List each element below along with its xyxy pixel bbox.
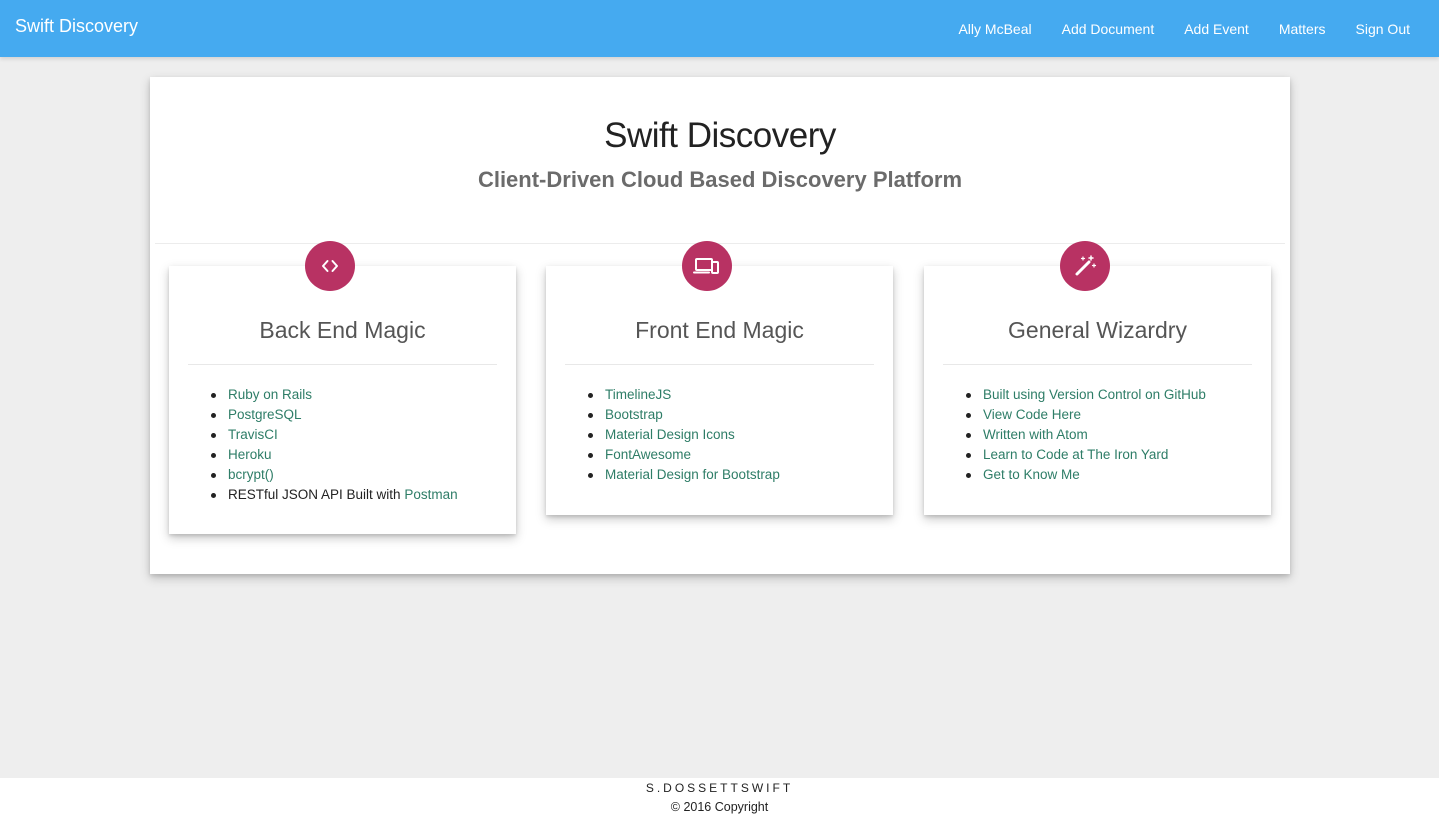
link-material-design-bootstrap[interactable]: Material Design for Bootstrap: [605, 467, 780, 482]
link-travisci[interactable]: TravisCI: [228, 427, 278, 442]
link-get-to-know-me[interactable]: Get to Know Me: [983, 467, 1080, 482]
feature-card-front-end: Front End Magic TimelineJS Bootstrap Mat…: [546, 241, 893, 515]
nav-link-matters[interactable]: Matters: [1279, 21, 1326, 37]
link-iron-yard[interactable]: Learn to Code at The Iron Yard: [983, 447, 1168, 462]
code-icon: [305, 241, 355, 291]
feature-list: Ruby on Rails PostgreSQL TravisCI Heroku…: [211, 385, 458, 505]
top-navbar: Swift Discovery Ally McBeal Add Document…: [0, 0, 1439, 57]
list-item: Material Design Icons: [588, 425, 780, 445]
feature-title: Front End Magic: [635, 317, 804, 343]
feature-card-general: General Wizardry Built using Version Con…: [924, 241, 1271, 515]
devices-icon: [682, 241, 732, 291]
nav-link-add-document[interactable]: Add Document: [1062, 21, 1155, 37]
list-item: Ruby on Rails: [211, 385, 458, 405]
link-material-design-icons[interactable]: Material Design Icons: [605, 427, 735, 442]
link-ruby-on-rails[interactable]: Ruby on Rails: [228, 387, 312, 402]
link-view-code[interactable]: View Code Here: [983, 407, 1081, 422]
footer-copyright: © 2016 Copyright: [670, 800, 769, 814]
list-item: Written with Atom: [966, 425, 1206, 445]
link-timelinejs[interactable]: TimelineJS: [605, 387, 671, 402]
nav-link-add-event[interactable]: Add Event: [1184, 21, 1249, 37]
list-item: PostgreSQL: [211, 405, 458, 425]
list-item: bcrypt(): [211, 465, 458, 485]
page-subtitle: Client-Driven Cloud Based Discovery Plat…: [477, 167, 963, 192]
link-bootstrap[interactable]: Bootstrap: [605, 407, 663, 422]
link-postgresql[interactable]: PostgreSQL: [228, 407, 302, 422]
list-item: TimelineJS: [588, 385, 780, 405]
list-item: Built using Version Control on GitHub: [966, 385, 1206, 405]
list-item: RESTful JSON API Built with Postman: [211, 485, 458, 505]
list-item-text: RESTful JSON API Built with: [228, 487, 405, 502]
feature-list: TimelineJS Bootstrap Material Design Ico…: [588, 385, 780, 485]
link-fontawesome[interactable]: FontAwesome: [605, 447, 691, 462]
list-item: FontAwesome: [588, 445, 780, 465]
list-item: Learn to Code at The Iron Yard: [966, 445, 1206, 465]
link-bcrypt[interactable]: bcrypt(): [228, 467, 274, 482]
page-title: Swift Discovery: [604, 116, 836, 155]
main-card: Swift Discovery Client-Driven Cloud Base…: [150, 77, 1290, 574]
brand-link[interactable]: Swift Discovery: [15, 15, 138, 37]
list-item: Material Design for Bootstrap: [588, 465, 780, 485]
divider: [188, 364, 497, 365]
feature-title: Back End Magic: [259, 317, 426, 343]
feature-title: General Wizardry: [1008, 317, 1187, 343]
link-github[interactable]: Built using Version Control on GitHub: [983, 387, 1206, 402]
link-atom[interactable]: Written with Atom: [983, 427, 1088, 442]
nav-link-user[interactable]: Ally McBeal: [958, 21, 1031, 37]
divider: [943, 364, 1252, 365]
feature-list: Built using Version Control on GitHub Vi…: [966, 385, 1206, 485]
list-item: View Code Here: [966, 405, 1206, 425]
list-item: TravisCI: [211, 425, 458, 445]
list-item: Bootstrap: [588, 405, 780, 425]
list-item: Heroku: [211, 445, 458, 465]
divider: [565, 364, 874, 365]
nav-link-sign-out[interactable]: Sign Out: [1356, 21, 1410, 37]
nav-links: Ally McBeal Add Document Add Event Matte…: [928, 0, 1410, 57]
feature-card-back-end: Back End Magic Ruby on Rails PostgreSQL …: [169, 241, 516, 534]
footer: S.DOSSETTSWIFT © 2016 Copyright: [0, 778, 1439, 823]
link-heroku[interactable]: Heroku: [228, 447, 272, 462]
footer-brand: S.DOSSETTSWIFT: [645, 781, 794, 795]
magic-wand-icon: [1060, 241, 1110, 291]
list-item: Get to Know Me: [966, 465, 1206, 485]
link-postman[interactable]: Postman: [404, 487, 457, 502]
